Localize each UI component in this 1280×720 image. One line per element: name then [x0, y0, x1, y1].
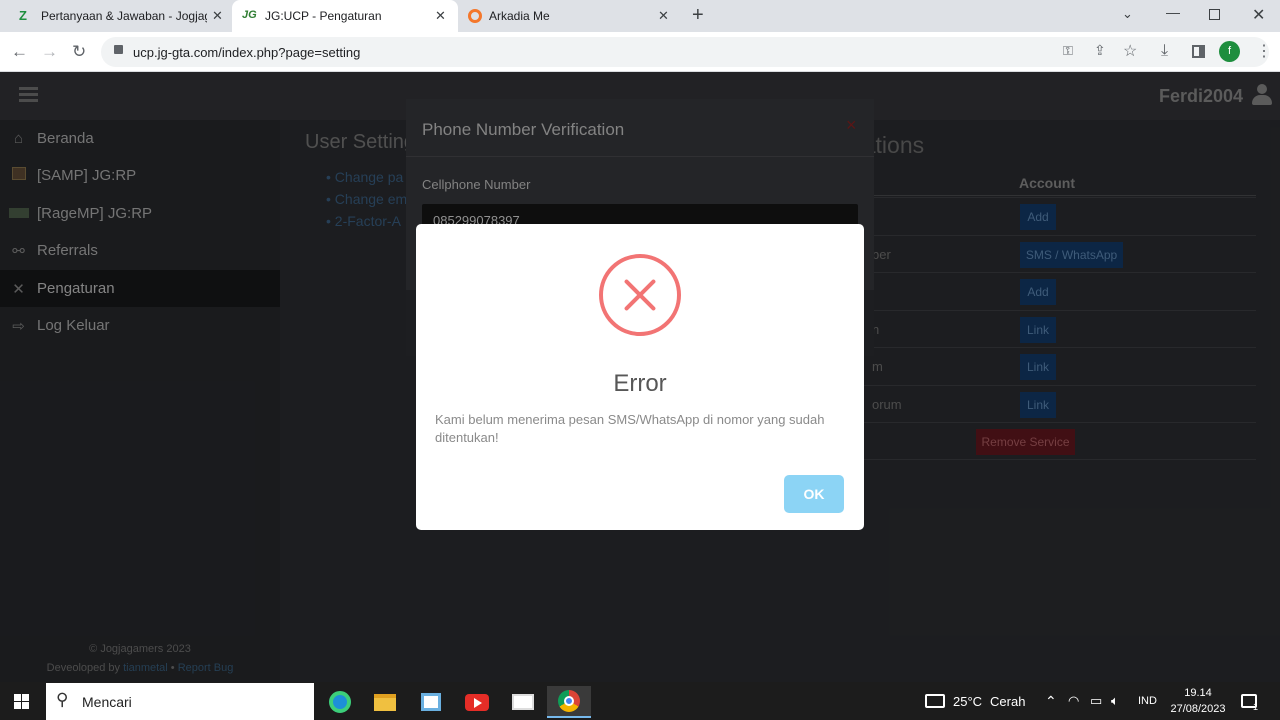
close-tab-icon[interactable]: ✕ — [658, 8, 669, 24]
weather-icon — [925, 694, 945, 708]
weather-widget[interactable]: 25°C Cerah — [925, 682, 1025, 720]
close-window-icon[interactable]: ✕ — [1252, 5, 1265, 25]
profile-initial: f — [1227, 45, 1232, 57]
store-icon[interactable] — [409, 686, 453, 718]
notification-center-icon[interactable]: 1 — [1241, 682, 1259, 720]
mail-icon[interactable] — [501, 686, 545, 718]
minimize-icon[interactable]: — — [1166, 4, 1180, 20]
close-tab-icon[interactable]: ✕ — [212, 8, 223, 24]
restore-icon[interactable] — [1209, 9, 1220, 20]
chrome-icon[interactable] — [547, 686, 591, 718]
web-page: Ferdi2004 ⌂ Beranda [SAMP] JG:RP [RageMP… — [0, 72, 1280, 682]
tab-pertanyaan[interactable]: Z Pertanyaan & Jawaban - Jogjagan ✕ — [8, 0, 230, 32]
wifi-icon[interactable]: ◠ — [1068, 682, 1079, 720]
error-dialog: Error Kami belum menerima pesan SMS/What… — [416, 224, 864, 530]
share-icon[interactable]: ⇪ — [1094, 42, 1106, 59]
error-x-icon — [599, 254, 681, 336]
close-tab-icon[interactable]: ✕ — [435, 8, 446, 24]
url-text: ucp.jg-gta.com/index.php?page=setting — [133, 45, 361, 60]
address-bar[interactable]: ucp.jg-gta.com/index.php?page=setting ⚿ … — [101, 37, 1269, 67]
reload-icon[interactable]: ↻ — [72, 43, 86, 61]
windows-start-icon[interactable] — [14, 694, 30, 710]
weather-text: Cerah — [990, 693, 1026, 709]
clock-date: 27/08/2023 — [1170, 703, 1226, 715]
search-icon: ⚲ — [56, 690, 69, 709]
battery-icon[interactable]: ▭ — [1090, 682, 1102, 720]
edge-icon[interactable] — [318, 686, 362, 718]
search-placeholder: Mencari — [82, 694, 132, 710]
lock-icon — [114, 45, 123, 54]
forward-icon[interactable]: → — [41, 43, 58, 61]
volume-icon[interactable]: 🔈︎ — [1111, 682, 1119, 720]
taskbar-search-box[interactable]: ⚲ Mencari — [46, 683, 314, 720]
back-icon[interactable]: ← — [11, 43, 28, 61]
clock-time: 19.14 — [1184, 687, 1212, 699]
jg-icon: JG — [242, 9, 257, 21]
file-explorer-icon[interactable] — [363, 686, 407, 718]
new-tab-button[interactable]: + — [692, 4, 704, 27]
arkadia-icon — [468, 9, 482, 23]
profile-avatar[interactable]: f — [1219, 41, 1240, 62]
menu-kebab-icon[interactable]: ⋮ — [1256, 41, 1272, 61]
weather-temp: 25°C — [953, 693, 983, 709]
key-icon[interactable]: ⚿ — [1063, 43, 1073, 59]
tab-arkadia[interactable]: Arkadia Me ✕ — [460, 0, 680, 32]
tab-jgucp[interactable]: JG JG:UCP - Pengaturan ✕ — [232, 0, 458, 32]
browser-tab-strip: Z Pertanyaan & Jawaban - Jogjagan ✕ JG J… — [0, 0, 1280, 32]
tab-search-icon[interactable]: ⌄ — [1122, 6, 1133, 22]
tab-title: JG:UCP - Pengaturan — [265, 9, 382, 23]
error-message: Kami belum menerima pesan SMS/WhatsApp d… — [435, 412, 825, 445]
taskbar: ⚲ Mencari — [0, 682, 1280, 720]
clock[interactable]: 19.14 27/08/2023 — [1164, 682, 1232, 720]
error-title: Error — [613, 370, 667, 397]
youtube-icon[interactable] — [455, 686, 499, 718]
show-hidden-icons-icon[interactable]: ⌃ — [1045, 682, 1057, 720]
ok-button[interactable]: OK — [784, 475, 844, 513]
tab-title: Arkadia Me — [489, 9, 550, 23]
brainly-icon: Z — [19, 8, 27, 23]
tab-title: Pertanyaan & Jawaban - Jogjagan — [41, 9, 207, 23]
download-icon[interactable]: ⤓ — [1161, 42, 1168, 60]
notification-count: 1 — [1253, 702, 1259, 712]
side-panel-icon[interactable] — [1192, 45, 1205, 58]
bookmark-star-icon[interactable]: ☆ — [1123, 41, 1137, 61]
language-indicator[interactable]: IND — [1138, 682, 1157, 720]
